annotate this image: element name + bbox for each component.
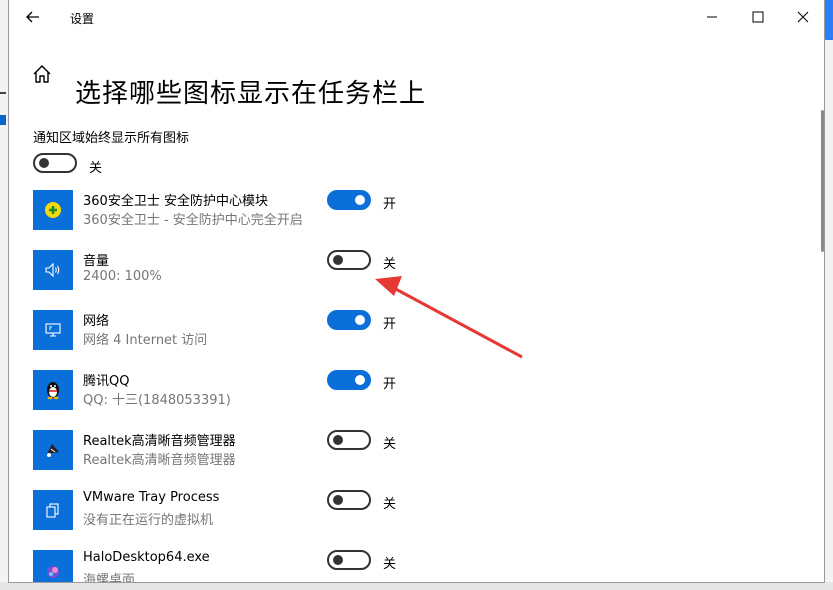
list-item: 腾讯QQ QQ: 十三(1848053391) 开: [33, 370, 433, 414]
toggle-knob: [333, 495, 343, 505]
list-item: 网络 网络 4 Internet 访问 开: [33, 310, 433, 354]
app-icon-tile: [33, 430, 73, 470]
settings-window: 设置 选择哪些图标显示在任务栏上 通知区域始终显示所有图标 关 360安全卫士 …: [8, 0, 825, 583]
background-window-right: [821, 0, 833, 590]
item-state: 关: [383, 497, 397, 512]
window-title: 设置: [70, 12, 95, 26]
app-icon-tile: [33, 550, 73, 582]
list-item: HaloDesktop64.exe 海螺桌面 关: [33, 550, 433, 583]
app-icon-tile: [33, 250, 73, 290]
item-description: 网络 4 Internet 访问: [83, 333, 208, 348]
app-icon-tile: [33, 370, 73, 410]
list-item: Realtek高清晰音频管理器 Realtek高清晰音频管理器 关: [33, 430, 433, 474]
scrollbar[interactable]: [821, 110, 824, 252]
toggle-knob: [333, 555, 343, 565]
background-window-bottom: [0, 582, 833, 590]
list-item: 360安全卫士 安全防护中心模块 360安全卫士 - 安全防护中心完全开启 开: [33, 190, 433, 234]
item-state: 开: [383, 317, 397, 332]
item-description: QQ: 十三(1848053391): [83, 393, 231, 408]
background-window-left: [0, 0, 8, 590]
realtek-audio-icon: [47, 444, 59, 457]
360-shield-icon: [45, 202, 61, 218]
home-icon: [33, 65, 51, 83]
maximize-icon: [752, 11, 764, 23]
always-show-state: 关: [89, 161, 103, 176]
item-toggle[interactable]: [327, 550, 371, 570]
background-mark: [0, 92, 6, 94]
close-icon: [797, 11, 809, 23]
qq-penguin-icon: [47, 382, 59, 400]
item-name: Realtek高清晰音频管理器: [83, 434, 236, 449]
item-name: VMware Tray Process: [83, 490, 220, 505]
vmware-icon: [46, 503, 59, 518]
item-name: 音量: [83, 254, 110, 269]
item-toggle[interactable]: [327, 430, 371, 450]
item-state: 关: [383, 557, 397, 572]
app-icon-tile: [33, 490, 73, 530]
app-icon-tile: [33, 190, 73, 230]
list-item: VMware Tray Process 没有正在运行的虚拟机 关: [33, 490, 433, 534]
minimize-button[interactable]: [698, 6, 726, 28]
always-show-toggle[interactable]: [33, 153, 77, 173]
item-state: 开: [383, 197, 397, 212]
item-toggle[interactable]: [327, 490, 371, 510]
item-name: HaloDesktop64.exe: [83, 550, 210, 565]
app-icon-tile: [33, 310, 73, 350]
item-toggle[interactable]: [327, 190, 371, 210]
item-toggle[interactable]: [327, 250, 371, 270]
item-toggle[interactable]: [327, 310, 371, 330]
item-description: 没有正在运行的虚拟机: [83, 513, 214, 528]
item-name: 腾讯QQ: [83, 374, 130, 389]
toggle-knob: [333, 255, 343, 265]
title-bar: 设置: [9, 0, 824, 34]
item-toggle[interactable]: [327, 370, 371, 390]
item-name: 网络: [83, 314, 110, 329]
network-icon: [45, 323, 61, 337]
list-item: 音量 2400: 100% 关: [33, 250, 433, 294]
item-name: 360安全卫士 安全防护中心模块: [83, 194, 268, 209]
item-state: 关: [383, 437, 397, 452]
toggle-knob: [355, 195, 365, 205]
item-description: 360安全卫士 - 安全防护中心完全开启: [83, 213, 303, 228]
page-title: 选择哪些图标显示在任务栏上: [75, 79, 427, 110]
close-button[interactable]: [789, 6, 817, 28]
back-button[interactable]: [21, 6, 45, 28]
back-arrow-icon: [26, 11, 39, 23]
maximize-button[interactable]: [744, 6, 772, 28]
toggle-knob: [39, 158, 49, 168]
item-state: 开: [383, 377, 397, 392]
halo-desktop-icon: [47, 566, 59, 578]
item-description: 2400: 100%: [83, 269, 162, 284]
always-show-label: 通知区域始终显示所有图标: [33, 131, 190, 146]
minimize-icon: [707, 16, 717, 18]
speaker-icon: [45, 262, 60, 278]
toggle-knob: [333, 435, 343, 445]
toggle-knob: [355, 375, 365, 385]
background-mark: [0, 115, 6, 125]
item-description: Realtek高清晰音频管理器: [83, 453, 236, 468]
toggle-knob: [355, 315, 365, 325]
item-state: 关: [383, 257, 397, 272]
item-description: 海螺桌面: [83, 573, 136, 583]
